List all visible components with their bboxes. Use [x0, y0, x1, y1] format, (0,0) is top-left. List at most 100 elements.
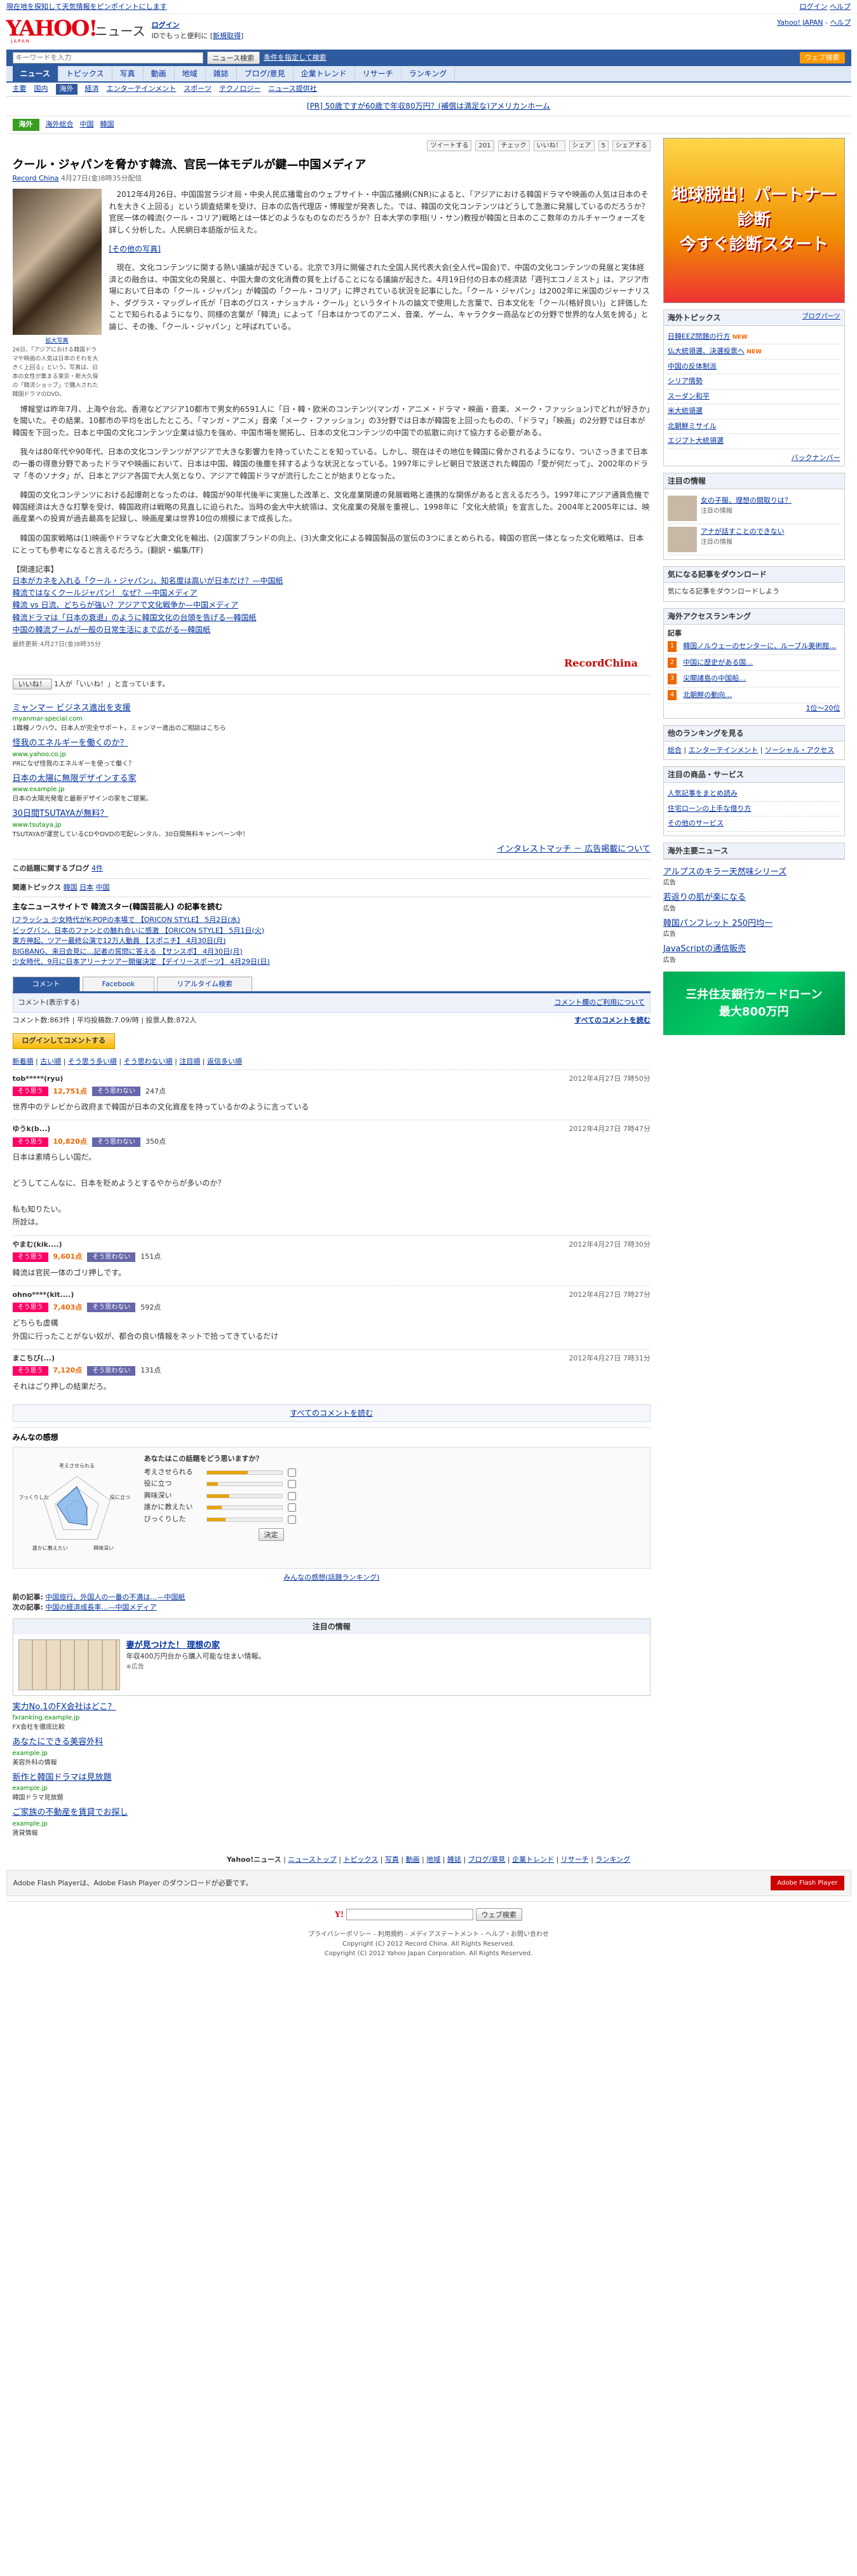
gnav-ranking[interactable]: ランキング	[402, 66, 455, 81]
blogs-count-link[interactable]: 4件	[91, 864, 103, 872]
tweet-button[interactable]: ツイートする	[427, 140, 472, 151]
ad-title[interactable]: 怪我のエネルギーを働くのか？	[13, 737, 651, 750]
bottom-ad-title[interactable]: ご家族の不動産を賃貸でお探し	[13, 1807, 651, 1819]
sort-disagree[interactable]: そう思わない順	[124, 1057, 173, 1066]
agree-button[interactable]: そう思う	[12, 1137, 48, 1147]
sidebar-pr-ad[interactable]: 地球脱出！パートナー診断 今すぐ診断スタート	[663, 137, 845, 303]
tab-realtime[interactable]: リアルタイム検索	[157, 976, 252, 992]
bottom-ad-title[interactable]: 実力No.1のFX会社はどこ？	[13, 1701, 651, 1714]
footer-link[interactable]: 雑誌	[447, 1855, 461, 1864]
fb-like-button[interactable]: いいね！	[12, 679, 52, 690]
prev-article-link[interactable]: 中国旅行、外国人の一番の不満は…—中国紙	[45, 1593, 185, 1601]
check-button[interactable]: チェック	[497, 140, 530, 151]
side-ad-title[interactable]: 若返りの肌が楽になる	[663, 891, 845, 904]
gnav-video[interactable]: 動画	[144, 66, 175, 81]
gnav-topics[interactable]: トピックス	[58, 66, 112, 81]
product-link[interactable]: その他のサービス	[668, 819, 724, 827]
sub-news-link[interactable]: Jフラッシュ 少女時代がK-POPの本場で 【ORICON STYLE】 5月2…	[13, 915, 651, 926]
agree-button[interactable]: そう思う	[12, 1087, 48, 1097]
related-link[interactable]: 韓流 vs 日流、どちらが強い？アジアで文化戦争か—中国メディア	[13, 599, 651, 611]
photo-enlarge-link[interactable]: 拡大写真	[45, 338, 68, 344]
bottom-ad-title[interactable]: 新作と韓国ドラマは見放題	[13, 1772, 651, 1784]
ad-title[interactable]: ミャンマー ビジネス進出を支援	[13, 702, 651, 715]
login-link[interactable]: ログイン	[152, 21, 180, 29]
comment-user[interactable]: まこちび(...)	[13, 1353, 55, 1364]
all-comments-link[interactable]: すべてのコメントを読む	[574, 1015, 651, 1026]
advanced-search-link[interactable]: 条件を指定して検索	[264, 53, 327, 64]
reaction-checkbox[interactable]	[287, 1491, 296, 1500]
login-comment-button[interactable]: ログインしてコメントする	[12, 1033, 116, 1049]
reaction-checkbox[interactable]	[287, 1480, 296, 1489]
attention-thumb[interactable]	[667, 496, 697, 521]
ad-title[interactable]: 日本の太陽に無限デザインする家	[13, 773, 651, 785]
next-article-link[interactable]: 中国の経済成長率…—中国メディア	[45, 1603, 156, 1611]
comment-user[interactable]: ゆうk(b...)	[13, 1124, 51, 1135]
gnav-magazine[interactable]: 雑誌	[206, 66, 237, 81]
help-link[interactable]: ヘルプ	[830, 18, 851, 27]
related-link[interactable]: 韓流ドラマは「日本の衰退」のように韓国文化の台頭を告げる—韓国紙	[13, 612, 651, 624]
side-ad-title[interactable]: 韓国パンフレット 250円均一	[663, 918, 845, 930]
footer-link[interactable]: 企業トレンド	[512, 1855, 554, 1864]
card-loan-ad[interactable]: 三井住友銀行カードローン 最大800万円	[663, 971, 845, 1035]
disagree-button[interactable]: そう思わない	[91, 1087, 140, 1097]
gnav-news[interactable]: ニュース	[12, 66, 58, 81]
sort-new[interactable]: 新着順	[13, 1057, 34, 1066]
sub-news-link[interactable]: BIGBANG、来日会見に…記者の質問に答える 【サンスポ】 4月30日(月)	[13, 947, 651, 958]
topic-link[interactable]: 中国の反体制派	[668, 362, 717, 370]
tab-comments[interactable]: コメント	[12, 976, 80, 992]
attention-thumb[interactable]	[667, 527, 697, 552]
yahoo-logo[interactable]: YAHOO! JAPAN	[6, 18, 98, 44]
share-button[interactable]: シェアする	[612, 140, 651, 151]
footer-link[interactable]: 動画	[406, 1855, 420, 1864]
sort-old[interactable]: 古い順	[40, 1057, 61, 1066]
topic-link[interactable]: エジプト大統領選	[668, 437, 724, 445]
footer-link[interactable]: 地域	[426, 1855, 440, 1864]
snav-domestic[interactable]: 国内	[34, 84, 48, 95]
top-help-link[interactable]: ヘルプ	[830, 3, 851, 11]
footer-link[interactable]: トピックス	[343, 1855, 378, 1864]
topic-link[interactable]: 日韓EEZ問題の行方	[668, 332, 730, 341]
photo-image[interactable]	[12, 189, 102, 335]
gnav-blog[interactable]: ブログ/意見	[237, 66, 294, 81]
reaction-ranking-link[interactable]: みんなの感想(話題ランキング)	[283, 1573, 379, 1582]
footer-link[interactable]: リサーチ	[561, 1855, 589, 1864]
reaction-checkbox[interactable]	[287, 1515, 296, 1524]
yahoo-japan-link[interactable]: Yahoo! JAPAN	[777, 18, 823, 27]
notice-image[interactable]	[18, 1639, 120, 1690]
comment-toggle[interactable]: コメント(表示する)	[18, 998, 80, 1008]
disagree-button[interactable]: そう思わない	[87, 1252, 136, 1263]
footer-policy-links[interactable]: プライバシーポリシー - 利用規約 - メディアステートメント - ヘルプ・お問…	[6, 1930, 851, 1939]
footer-link[interactable]: ランキング	[596, 1855, 631, 1864]
web-search-button[interactable]: ウェブ検索	[799, 51, 845, 64]
backnumber-link[interactable]: バックナンバー	[792, 454, 840, 462]
ranking-link[interactable]: 尖閣諸島の中国船…	[683, 674, 746, 684]
footer-search-button[interactable]: ウェブ検索	[475, 1908, 522, 1922]
snav-overseas[interactable]: 海外	[55, 84, 78, 95]
pickup-topic[interactable]: 日本	[79, 883, 93, 891]
mixi-button[interactable]: シェア	[569, 140, 595, 151]
related-link[interactable]: 日本がカネを入れる「クール・ジャパン」、知名度は高いが日本だけ？—中国紙	[13, 575, 651, 587]
reaction-submit-button[interactable]: 決定	[258, 1528, 284, 1542]
agree-button[interactable]: そう思う	[12, 1303, 48, 1313]
footer-link[interactable]: 写真	[385, 1855, 399, 1864]
ad-info-link[interactable]: インタレストマッチ － 広告掲載について	[13, 843, 651, 856]
comment-policy-link[interactable]: コメント欄のご利用について	[554, 998, 645, 1008]
footer-search-input[interactable]	[346, 1908, 473, 1920]
ranking-link[interactable]: 北朝鮮の動向…	[683, 690, 732, 701]
product-link[interactable]: 住宅ローンの上手な借り方	[668, 804, 751, 813]
agree-button[interactable]: そう思う	[12, 1252, 48, 1263]
snav-entertainment[interactable]: エンターテインメント	[107, 84, 177, 95]
ranking-category-link[interactable]: 総合	[668, 746, 682, 754]
category-link-general[interactable]: 海外総合	[46, 119, 74, 130]
tab-facebook[interactable]: Facebook	[82, 976, 155, 992]
ad-title[interactable]: 30日間TSUTAYAが無料？	[13, 808, 651, 820]
attention-link[interactable]: アナが話すことのできない	[701, 527, 785, 536]
gnav-research[interactable]: リサーチ	[355, 66, 402, 81]
service-name[interactable]: ニュース	[95, 22, 145, 41]
top-login-link[interactable]: ログイン	[800, 3, 828, 11]
ranking-category-link[interactable]: ソーシャル・アクセス	[765, 746, 834, 754]
category-link-china[interactable]: 中国	[80, 119, 94, 130]
sub-news-link[interactable]: 東方神起、ツアー最終公演で12万人動員 【スポニチ】 4月30日(月)	[13, 936, 651, 947]
topic-link[interactable]: シリア情勢	[668, 377, 703, 385]
category-link-korea[interactable]: 韓国	[100, 119, 114, 130]
